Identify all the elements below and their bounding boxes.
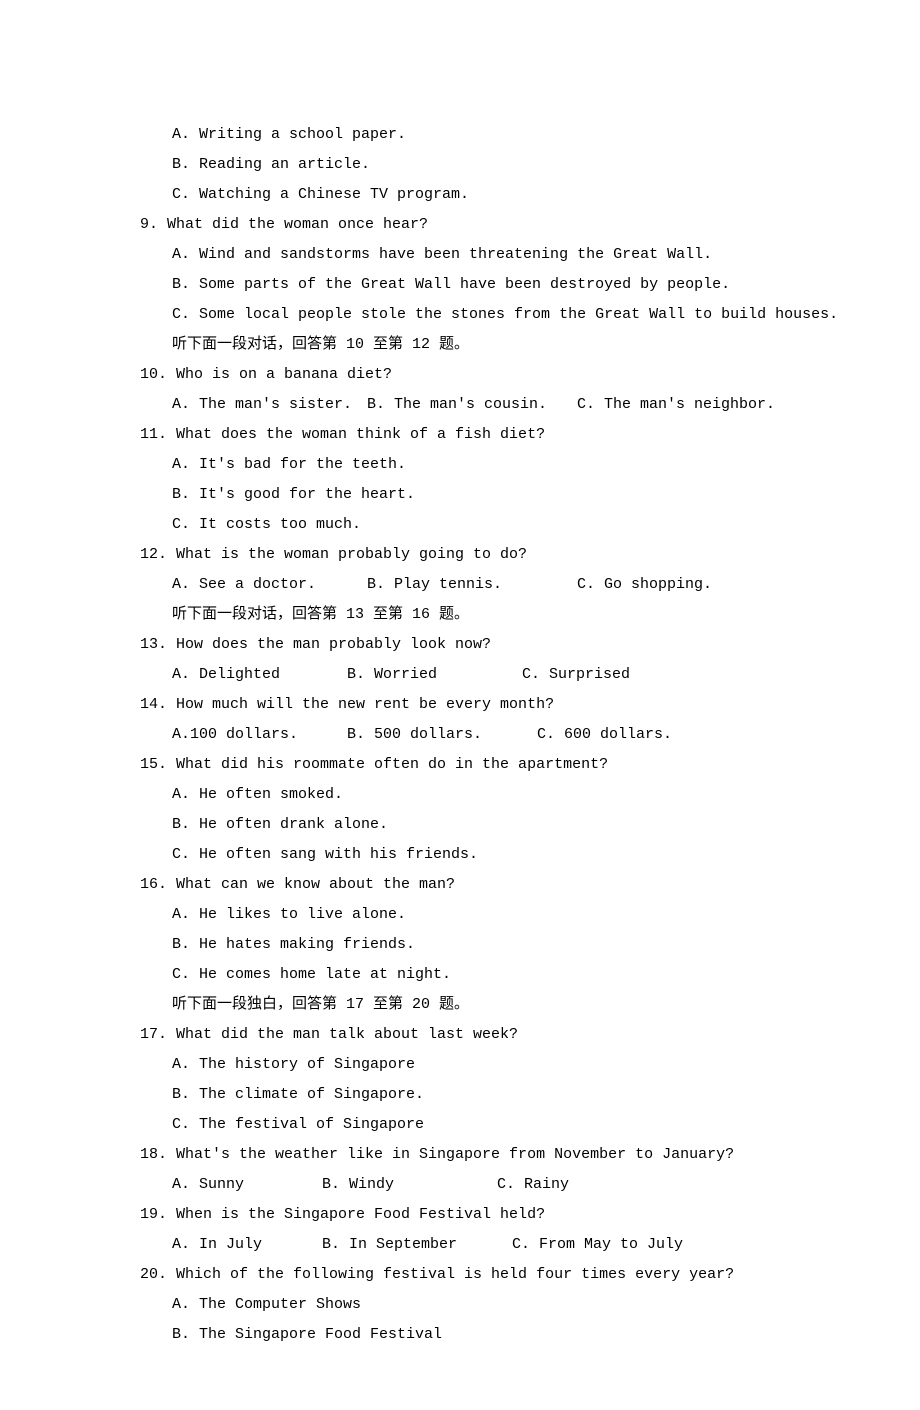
option-text: C. Watching a Chinese TV program. <box>140 180 780 210</box>
option-row: A.100 dollars. B. 500 dollars. C. 600 do… <box>140 720 780 750</box>
document-page: A. Writing a school paper. B. Reading an… <box>0 0 920 1410</box>
option-row: A. In July B. In September C. From May t… <box>140 1230 780 1260</box>
option-row: A. Sunny B. Windy C. Rainy <box>140 1170 780 1200</box>
question-20: 20. Which of the following festival is h… <box>140 1260 780 1290</box>
option-text: C. Go shopping. <box>577 570 712 600</box>
option-text: B. The man's cousin. <box>367 390 577 420</box>
question-11: 11. What does the woman think of a fish … <box>140 420 780 450</box>
question-9: 9. What did the woman once hear? <box>140 210 780 240</box>
option-text: C. From May to July <box>512 1230 683 1260</box>
option-text: B. Worried <box>347 660 522 690</box>
option-text: A. Delighted <box>172 660 347 690</box>
option-text: A. Sunny <box>172 1170 322 1200</box>
instruction-text: 听下面一段对话，回答第 13 至第 16 题。 <box>140 600 780 630</box>
option-text: B. He hates making friends. <box>140 930 780 960</box>
option-text: C. 600 dollars. <box>537 720 672 750</box>
option-text: B. He often drank alone. <box>140 810 780 840</box>
option-row: A. The man's sister. B. The man's cousin… <box>140 390 780 420</box>
option-text: C. Surprised <box>522 660 630 690</box>
option-text: C. He often sang with his friends. <box>140 840 780 870</box>
option-text: A. See a doctor. <box>172 570 367 600</box>
instruction-text: 听下面一段独白，回答第 17 至第 20 题。 <box>140 990 780 1020</box>
option-text: A. Writing a school paper. <box>140 120 780 150</box>
option-text: B. Play tennis. <box>367 570 577 600</box>
question-19: 19. When is the Singapore Food Festival … <box>140 1200 780 1230</box>
instruction-text: 听下面一段对话，回答第 10 至第 12 题。 <box>140 330 780 360</box>
question-18: 18. What's the weather like in Singapore… <box>140 1140 780 1170</box>
option-text: A.100 dollars. <box>172 720 347 750</box>
option-text: A. In July <box>172 1230 322 1260</box>
option-text: A. The man's sister. <box>172 390 367 420</box>
option-row: A. See a doctor. B. Play tennis. C. Go s… <box>140 570 780 600</box>
question-17: 17. What did the man talk about last wee… <box>140 1020 780 1050</box>
option-text: A. He often smoked. <box>140 780 780 810</box>
option-text: B. The Singapore Food Festival <box>140 1320 780 1350</box>
option-text: C. He comes home late at night. <box>140 960 780 990</box>
question-14: 14. How much will the new rent be every … <box>140 690 780 720</box>
option-text: C. The festival of Singapore <box>140 1110 780 1140</box>
option-text: A. The Computer Shows <box>140 1290 780 1320</box>
question-13: 13. How does the man probably look now? <box>140 630 780 660</box>
question-10: 10. Who is on a banana diet? <box>140 360 780 390</box>
option-text: C. Some local people stole the stones fr… <box>140 300 780 330</box>
question-12: 12. What is the woman probably going to … <box>140 540 780 570</box>
option-text: C. The man's neighbor. <box>577 390 775 420</box>
option-text: B. 500 dollars. <box>347 720 537 750</box>
option-text: A. It's bad for the teeth. <box>140 450 780 480</box>
option-text: B. Reading an article. <box>140 150 780 180</box>
question-15: 15. What did his roommate often do in th… <box>140 750 780 780</box>
option-text: B. The climate of Singapore. <box>140 1080 780 1110</box>
option-text: A. The history of Singapore <box>140 1050 780 1080</box>
option-text: B. Some parts of the Great Wall have bee… <box>140 270 780 300</box>
option-text: A. Wind and sandstorms have been threate… <box>140 240 780 270</box>
question-16: 16. What can we know about the man? <box>140 870 780 900</box>
option-text: B. In September <box>322 1230 512 1260</box>
option-text: B. It's good for the heart. <box>140 480 780 510</box>
option-text: B. Windy <box>322 1170 497 1200</box>
option-row: A. Delighted B. Worried C. Surprised <box>140 660 780 690</box>
option-text: A. He likes to live alone. <box>140 900 780 930</box>
option-text: C. It costs too much. <box>140 510 780 540</box>
option-text: C. Rainy <box>497 1170 569 1200</box>
